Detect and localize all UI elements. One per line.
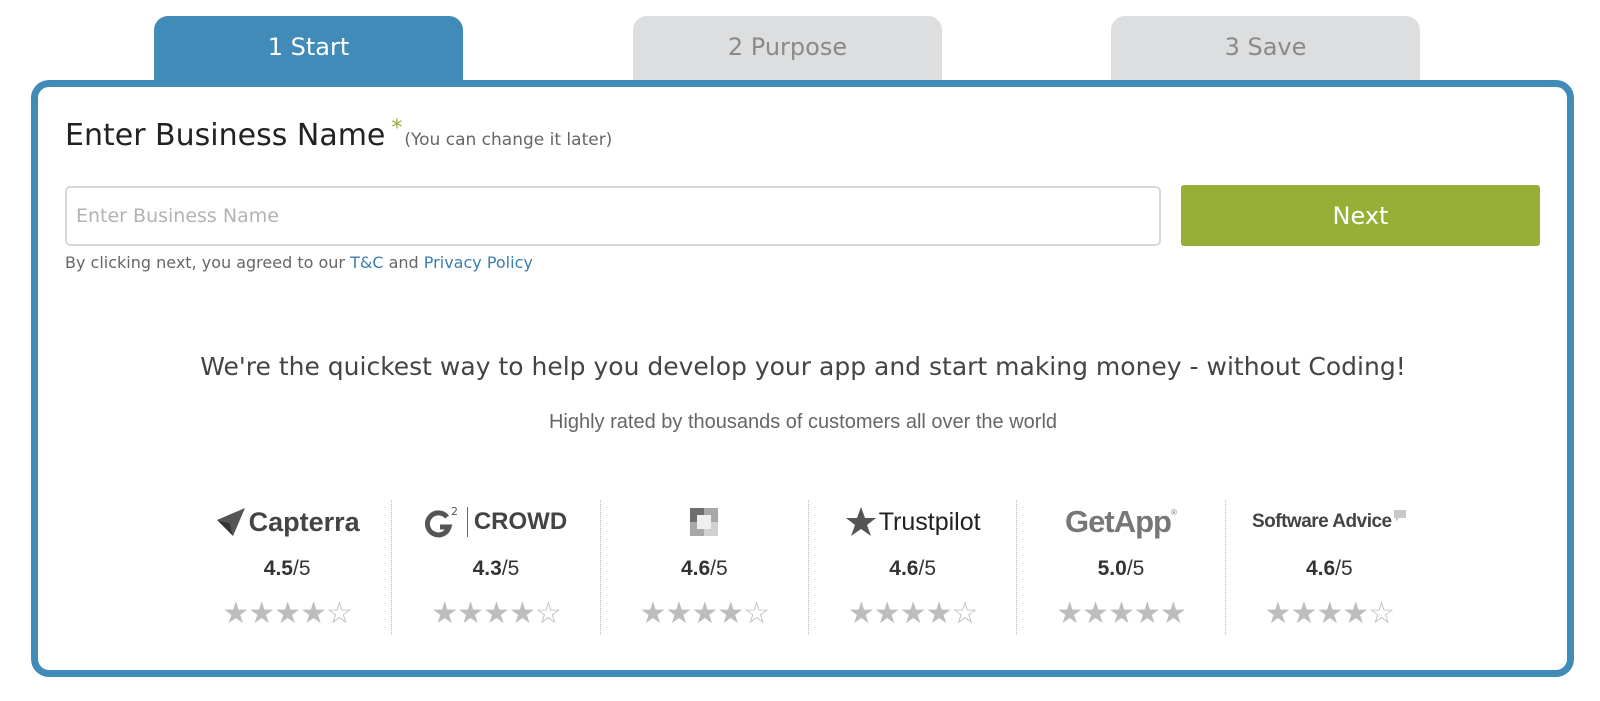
g2crowd-logo: 2 CROWD — [392, 500, 599, 544]
star-filled-icon: ★ — [483, 596, 510, 631]
star-filled-icon: ★ — [1133, 596, 1161, 631]
star-filled-icon: ★ — [431, 596, 458, 631]
heading-text: Enter Business Name — [65, 118, 386, 153]
star-icon — [845, 507, 876, 536]
software-advice-brand: Software Advice — [1251, 511, 1392, 532]
required-mark: * — [391, 116, 403, 141]
star-filled-icon: ★ — [508, 596, 536, 631]
getapp-logo: GetApp ® — [1017, 500, 1224, 544]
rating-score: 4.6/5 — [889, 557, 936, 580]
g2-icon: 2 — [424, 505, 458, 538]
star-filled-icon: ★ — [899, 596, 927, 631]
star-filled-icon: ★ — [1056, 596, 1083, 631]
square-grid-icon — [690, 508, 719, 536]
privacy-policy-link[interactable]: Privacy Policy — [424, 253, 533, 272]
star-filled-icon: ★ — [665, 596, 692, 631]
getapp-icon: ® — [1170, 507, 1177, 517]
rating-trustpilot: Trustpilot 4.6/5 ★★★★☆ — [807, 500, 1016, 635]
capterra-brand: Capterra — [248, 506, 360, 537]
tab-save[interactable]: 3 Save — [1111, 16, 1420, 82]
star-rating: ★★★★☆ — [809, 596, 1016, 632]
tagline: We're the quickest way to help you devel… — [200, 352, 1406, 381]
star-filled-icon: ★ — [1316, 596, 1343, 631]
star-filled-icon: ★ — [691, 596, 718, 631]
tab-purpose[interactable]: 2 Purpose — [633, 16, 942, 82]
subtagline: Highly rated by thousands of customers a… — [548, 411, 1058, 433]
rating-capterra: Capterra 4.5/5 ★★★★☆ — [183, 500, 391, 635]
rating-score: 4.3/5 — [472, 557, 520, 580]
ratings-row: Capterra 4.5/5 ★★★★☆ 2 CROWD 4.3/5 ★★★★☆ — [183, 500, 1433, 635]
star-filled-icon: ★ — [1082, 596, 1109, 631]
trustpilot-brand: Trustpilot — [878, 507, 981, 536]
star-empty-icon: ☆ — [951, 596, 979, 631]
star-filled-icon: ★ — [639, 596, 667, 631]
terms-and: and — [388, 253, 419, 272]
star-filled-icon: ★ — [925, 596, 953, 631]
business-name-input[interactable] — [65, 186, 1161, 246]
star-filled-icon: ★ — [1264, 596, 1292, 631]
tab-start[interactable]: 1 Start — [154, 16, 463, 84]
heading-hint: (You can change it later) — [404, 130, 613, 150]
star-rating: ★★★★☆ — [183, 596, 391, 632]
terms-prefix: By clicking next, you agreed to our — [65, 253, 345, 272]
star-rating: ★★★★★ — [1017, 596, 1224, 632]
speech-bubble-icon — [1393, 510, 1406, 522]
form-heading: Enter Business Name * (You can change it l… — [65, 116, 613, 153]
rating-square-logo: 4.6/5 ★★★★☆ — [599, 500, 808, 635]
crowd-brand: CROWD — [473, 508, 568, 535]
terms-notice: By clicking next, you agreed to our T&C … — [65, 253, 533, 272]
star-empty-icon: ☆ — [534, 596, 562, 631]
capterra-logo: Capterra — [183, 500, 391, 544]
next-button[interactable]: Next — [1181, 185, 1540, 246]
rating-score: 4.5/5 — [263, 557, 311, 580]
rating-score: 4.6/5 — [1305, 557, 1353, 580]
trustpilot-logo: Trustpilot — [809, 500, 1016, 544]
star-empty-icon: ☆ — [743, 596, 770, 631]
star-filled-icon: ★ — [222, 596, 249, 631]
rating-software-advice: Software Advice 4.6/5 ★★★★☆ — [1224, 500, 1433, 635]
star-filled-icon: ★ — [274, 596, 301, 631]
star-rating: ★★★★☆ — [392, 596, 599, 632]
rating-getapp: GetApp ® 5.0/5 ★★★★★ — [1016, 500, 1224, 635]
star-rating: ★★★★☆ — [601, 596, 808, 632]
star-filled-icon: ★ — [847, 596, 875, 631]
star-empty-icon: ☆ — [1368, 596, 1395, 631]
rating-g2crowd: 2 CROWD 4.3/5 ★★★★☆ — [391, 500, 599, 635]
star-filled-icon: ★ — [457, 596, 484, 631]
star-filled-icon: ★ — [1342, 596, 1369, 631]
star-filled-icon: ★ — [248, 596, 275, 631]
star-filled-icon: ★ — [300, 596, 327, 631]
svg-text:2: 2 — [451, 505, 458, 518]
star-filled-icon: ★ — [873, 596, 901, 631]
star-rating: ★★★★☆ — [1226, 596, 1433, 632]
rating-score: 5.0/5 — [1097, 557, 1145, 580]
star-filled-icon: ★ — [717, 596, 744, 631]
star-filled-icon: ★ — [1159, 596, 1187, 631]
star-empty-icon: ☆ — [326, 596, 353, 631]
terms-link[interactable]: T&C — [350, 253, 383, 272]
software-advice-logo: Software Advice — [1226, 500, 1433, 544]
getapp-brand: GetApp — [1065, 504, 1172, 539]
capterra-arrow-icon — [216, 508, 245, 536]
star-filled-icon: ★ — [1108, 596, 1135, 631]
square-logo — [601, 500, 808, 544]
rating-score: 4.6/5 — [680, 557, 728, 580]
star-filled-icon: ★ — [1290, 596, 1317, 631]
